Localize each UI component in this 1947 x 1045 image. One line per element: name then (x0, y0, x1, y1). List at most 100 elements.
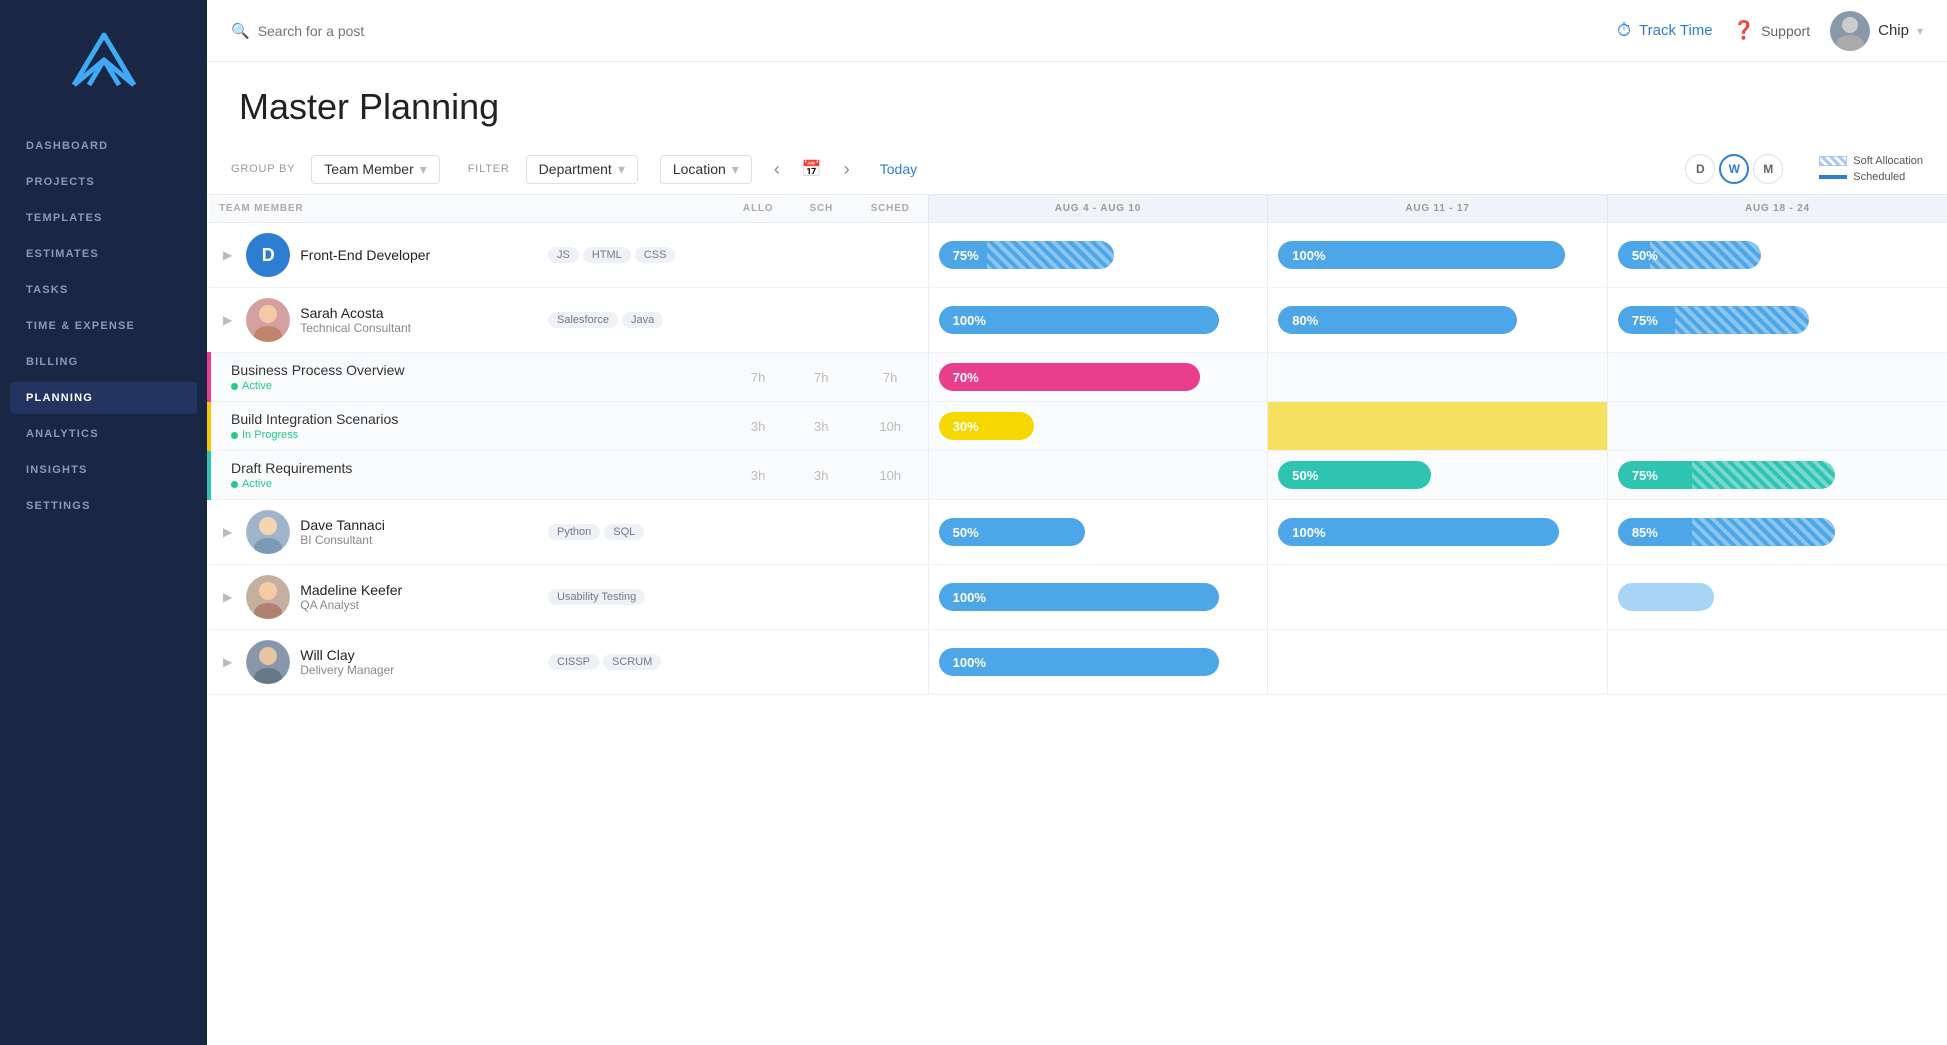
filter-dropdown[interactable]: Department ▾ (526, 155, 638, 184)
today-button[interactable]: Today (872, 161, 925, 177)
prev-week-button[interactable]: ‹ (768, 155, 786, 184)
gantt-week3: 75% (1607, 288, 1947, 353)
planning-table: TEAM MEMBER ALLO SCH SCHED AUG 4 - AUG 1… (207, 195, 1947, 695)
skills-cell: Usability Testing (536, 565, 726, 630)
sidebar-item-planning[interactable]: PLANNING (10, 382, 197, 414)
allo-cell (726, 630, 789, 695)
th-week2: AUG 11 - 17 (1268, 195, 1608, 223)
skills-cell: PythonSQL (536, 500, 726, 565)
status-dot (231, 481, 238, 488)
planning-toolbar: GROUP BY Team Member ▾ FILTER Department… (207, 144, 1947, 195)
user-chip[interactable]: Chip ▾ (1830, 11, 1923, 51)
project-cell: Draft Requirements Active (209, 451, 536, 500)
member-name: Front-End Developer (300, 247, 430, 263)
member-role: Technical Consultant (300, 321, 411, 335)
search-input[interactable] (258, 23, 1605, 39)
sidebar-item-dashboard[interactable]: DASHBOARD (10, 130, 197, 162)
allo-cell (726, 500, 789, 565)
expand-button[interactable]: ▶ (219, 586, 236, 608)
sch-cell (790, 288, 853, 353)
table-row: ▶ Dave Tannaci BI Consultant PythonSQL 5… (209, 500, 1947, 565)
gantt-week2: 100% (1268, 223, 1608, 288)
gantt-week3: 85% (1607, 500, 1947, 565)
location-dropdown[interactable]: Location ▾ (660, 155, 752, 184)
sidebar-item-billing[interactable]: BILLING (10, 346, 197, 378)
member-name: Sarah Acosta (300, 305, 411, 321)
skill-tag: HTML (583, 247, 631, 263)
page-title: Master Planning (239, 86, 1915, 128)
avatar (246, 575, 290, 619)
soft-allocation-icon (1819, 156, 1847, 166)
filter-label: FILTER (468, 163, 510, 175)
skill-tag: CISSP (548, 654, 599, 670)
allo-cell: 3h (726, 402, 789, 451)
gantt-week2: 80% (1268, 288, 1608, 353)
topbar-actions: Track Time Support Chip ▾ (1617, 11, 1923, 51)
skill-tag: SQL (604, 524, 644, 540)
table-row: Business Process Overview Active 7h 7h 7… (209, 353, 1947, 402)
skills-cell (536, 402, 726, 451)
status-dot (231, 432, 238, 439)
table-row: ▶ Sarah Acosta Technical Consultant Sale… (209, 288, 1947, 353)
expand-button[interactable]: ▶ (219, 309, 236, 331)
page-title-area: Master Planning (207, 62, 1947, 144)
sidebar-item-analytics[interactable]: ANALYTICS (10, 418, 197, 450)
sched-cell (853, 565, 928, 630)
sidebar-item-tasks[interactable]: TASKS (10, 274, 197, 306)
user-name: Chip (1878, 22, 1909, 39)
gantt-week3 (1607, 402, 1947, 451)
th-team-member: TEAM MEMBER (209, 195, 536, 223)
project-cell: Business Process Overview Active (209, 353, 536, 402)
sidebar-item-settings[interactable]: SETTINGS (10, 490, 197, 522)
sidebar-nav: DASHBOARD PROJECTS TEMPLATES ESTIMATES T… (0, 130, 207, 522)
member-role: BI Consultant (300, 533, 385, 547)
allo-cell: 3h (726, 451, 789, 500)
table-row: Build Integration Scenarios In Progress … (209, 402, 1947, 451)
allo-cell: 7h (726, 353, 789, 402)
view-week-button[interactable]: W (1719, 154, 1749, 184)
skill-tag: Usability Testing (548, 589, 645, 605)
project-cell: Build Integration Scenarios In Progress (209, 402, 536, 451)
gantt-week2 (1268, 402, 1608, 451)
sidebar-item-insights[interactable]: INSIGHTS (10, 454, 197, 486)
chevron-down-icon: ▾ (732, 161, 739, 178)
skills-cell (536, 353, 726, 402)
sidebar-item-projects[interactable]: PROJECTS (10, 166, 197, 198)
expand-button[interactable]: ▶ (219, 244, 236, 266)
gantt-week1: 75% (928, 223, 1268, 288)
project-name: Build Integration Scenarios (231, 411, 526, 427)
table-row: ▶ Madeline Keefer QA Analyst Usability T… (209, 565, 1947, 630)
gantt-week1: 100% (928, 288, 1268, 353)
skills-cell: SalesforceJava (536, 288, 726, 353)
next-week-button[interactable]: › (838, 155, 856, 184)
gantt-week2: 50% (1268, 451, 1608, 500)
th-skills (536, 195, 726, 223)
expand-button[interactable]: ▶ (219, 651, 236, 673)
app-logo (64, 20, 144, 100)
skill-tag: SCRUM (603, 654, 661, 670)
sched-cell (853, 500, 928, 565)
avatar (246, 298, 290, 342)
track-time-button[interactable]: Track Time (1617, 20, 1713, 41)
sidebar-item-time-expense[interactable]: TIME & EXPENSE (10, 310, 197, 342)
track-time-label: Track Time (1639, 22, 1713, 39)
clock-icon (1617, 20, 1631, 41)
table-row: ▶ D Front-End Developer JSHTMLCSS 75% 10… (209, 223, 1947, 288)
chevron-down-icon: ▾ (420, 161, 427, 178)
view-month-button[interactable]: M (1753, 154, 1783, 184)
sidebar-item-templates[interactable]: TEMPLATES (10, 202, 197, 234)
skills-cell (536, 451, 726, 500)
group-by-dropdown[interactable]: Team Member ▾ (311, 155, 440, 184)
topbar: Track Time Support Chip ▾ (207, 0, 1947, 62)
th-sched: SCHED (853, 195, 928, 223)
planning-table-wrap: TEAM MEMBER ALLO SCH SCHED AUG 4 - AUG 1… (207, 195, 1947, 1045)
member-cell: ▶ D Front-End Developer (209, 223, 536, 288)
allo-cell (726, 565, 789, 630)
sidebar-item-estimates[interactable]: ESTIMATES (10, 238, 197, 270)
support-button[interactable]: Support (1733, 20, 1810, 41)
allo-cell (726, 288, 789, 353)
view-day-button[interactable]: D (1685, 154, 1715, 184)
gantt-week1: 100% (928, 630, 1268, 695)
expand-button[interactable]: ▶ (219, 521, 236, 543)
gantt-week3: 75% (1607, 451, 1947, 500)
